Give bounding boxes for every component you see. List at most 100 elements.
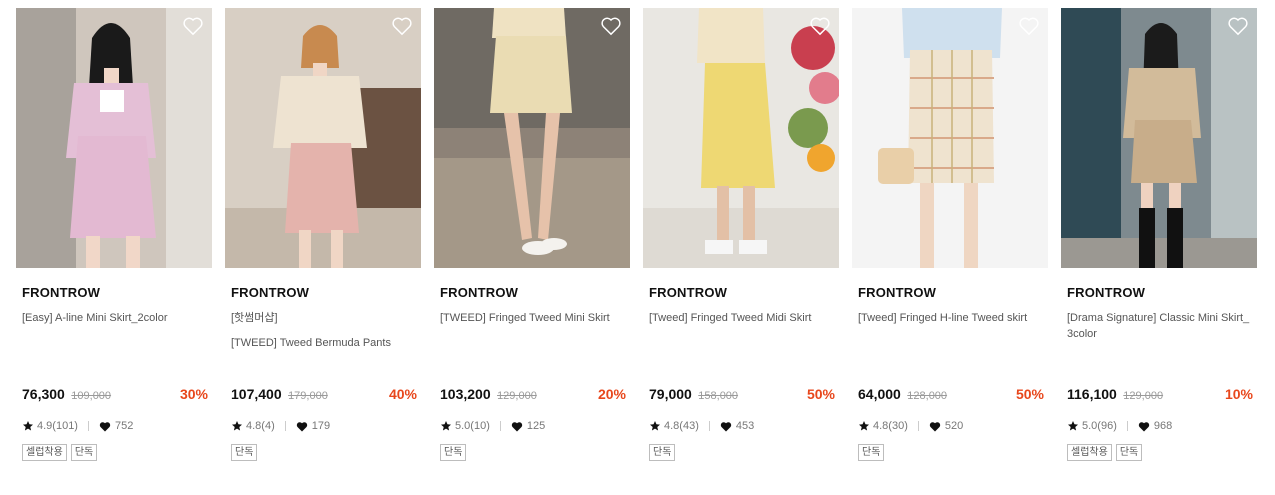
sale-price: 76,300 [22,386,65,402]
sale-price: 103,200 [440,386,491,402]
brand-name[interactable]: FRONTROW [1067,285,1145,300]
product-image[interactable] [434,8,630,268]
product-name-line[interactable]: [Tweed] Fringed Tweed Midi Skirt [649,310,835,326]
tag-badge: 단독 [649,444,676,461]
heart-outline-icon[interactable] [391,16,413,36]
product-card[interactable]: FRONTROW [Tweed] Fringed Tweed Midi Skir… [643,8,839,478]
heart-outline-icon[interactable] [1227,16,1249,36]
star-icon [1068,421,1078,431]
review-meta: 5.0(10) 125 [440,420,545,432]
product-card[interactable]: FRONTROW [Drama Signature] Classic Mini … [1061,8,1257,478]
tag-list: 단독 [440,444,467,461]
review-meta: 4.8(30) 520 [858,420,963,432]
price-row: 64,000 128,000 50% [858,386,1044,404]
product-card[interactable]: FRONTROW [Tweed] Fringed H-line Tweed sk… [852,8,1048,478]
original-price: 129,000 [1123,390,1164,402]
sale-price: 79,000 [649,386,692,402]
product-card[interactable]: FRONTROW [핫썸머샵] [TWEED] Tweed Bermuda Pa… [225,8,421,478]
product-name[interactable]: [핫썸머샵] [TWEED] Tweed Bermuda Pants [231,310,417,351]
like-count: 179 [311,420,331,432]
discount-rate: 50% [806,386,835,402]
discount-rate: 30% [179,386,208,402]
divider [1126,421,1128,431]
product-name[interactable]: [Drama Signature] Classic Mini Skirt_3co… [1067,310,1253,342]
product-name[interactable]: [Tweed] Fringed Tweed Midi Skirt [649,310,835,326]
price-row: 76,300 109,000 30% [22,386,208,404]
brand-name[interactable]: FRONTROW [858,285,936,300]
tag-list: 셀럽착용 단독 [1067,444,1143,461]
tag-badge: 단독 [70,444,98,461]
product-image[interactable] [225,8,421,268]
heart-outline-icon[interactable] [1018,16,1040,36]
heart-outline-icon[interactable] [600,16,622,36]
rating-text: 4.9(101) [37,420,78,432]
product-name[interactable]: [Easy] A-line Mini Skirt_2color [22,310,208,326]
original-price: 158,000 [698,390,739,402]
tag-list: 셀럽착용 단독 [22,444,98,461]
like-count: 968 [1153,420,1173,432]
product-name-line[interactable]: [핫썸머샵] [231,310,417,326]
rating-text: 5.0(10) [455,420,490,432]
sale-price: 64,000 [858,386,901,402]
product-name-line[interactable]: [Tweed] Fringed H-line Tweed skirt [858,310,1044,326]
brand-name[interactable]: FRONTROW [22,285,100,300]
tag-badge: 셀럽착용 [22,444,67,461]
like-count: 520 [944,420,964,432]
star-icon [650,421,660,431]
heart-filled-icon [99,421,111,431]
tag-badge: 단독 [858,444,885,461]
discount-rate: 50% [1015,386,1044,402]
like-count: 125 [526,420,546,432]
star-icon [23,421,33,431]
product-photo [1061,8,1257,268]
product-name-line[interactable]: [Easy] A-line Mini Skirt_2color [22,310,208,326]
price-row: 103,200 129,000 20% [440,386,626,404]
original-price: 128,000 [907,390,948,402]
product-photo [643,8,839,268]
original-price: 109,000 [71,390,112,402]
product-name[interactable]: [Tweed] Fringed H-line Tweed skirt [858,310,1044,326]
rating-text: 4.8(30) [873,420,908,432]
brand-name[interactable]: FRONTROW [231,285,309,300]
review-meta: 4.8(4) 179 [231,420,330,432]
review-meta: 4.9(101) 752 [22,420,133,432]
original-price: 129,000 [497,390,537,402]
tag-list: 단독 [649,444,676,461]
product-image[interactable] [1061,8,1257,268]
sale-price: 107,400 [231,386,282,402]
divider [499,421,501,431]
product-photo [225,8,421,268]
tag-badge: 단독 [231,444,258,461]
heart-outline-icon[interactable] [809,16,831,36]
divider [917,421,919,431]
tag-badge: 단독 [1115,444,1143,461]
divider [87,421,89,431]
product-name[interactable]: [TWEED] Fringed Tweed Mini Skirt [440,310,626,326]
product-image[interactable] [16,8,212,268]
rating-text: 5.0(96) [1082,420,1117,432]
review-meta: 4.8(43) 453 [649,420,754,432]
product-image[interactable] [643,8,839,268]
tag-list: 단독 [858,444,885,461]
product-card[interactable]: FRONTROW [TWEED] Fringed Tweed Mini Skir… [434,8,630,478]
heart-filled-icon [511,421,523,431]
brand-name[interactable]: FRONTROW [649,285,727,300]
star-icon [441,421,451,431]
product-name-line-2[interactable]: [TWEED] Tweed Bermuda Pants [231,335,417,351]
price-row: 116,100 129,000 10% [1067,386,1253,404]
sale-price: 116,100 [1067,386,1117,402]
price-row: 107,400 179,000 40% [231,386,417,404]
heart-filled-icon [1138,421,1150,431]
rating-text: 4.8(4) [246,420,275,432]
product-name-line[interactable]: [TWEED] Fringed Tweed Mini Skirt [440,310,626,326]
brand-name[interactable]: FRONTROW [440,285,518,300]
discount-rate: 10% [1224,386,1253,402]
heart-filled-icon [296,421,307,431]
product-card[interactable]: FRONTROW [Easy] A-line Mini Skirt_2color… [16,8,212,478]
review-meta: 5.0(96) 968 [1067,420,1172,432]
heart-outline-icon[interactable] [182,16,204,36]
product-image[interactable] [852,8,1048,268]
heart-filled-icon [929,421,941,431]
product-name-line[interactable]: [Drama Signature] Classic Mini Skirt_3co… [1067,310,1253,342]
star-icon [859,421,869,431]
